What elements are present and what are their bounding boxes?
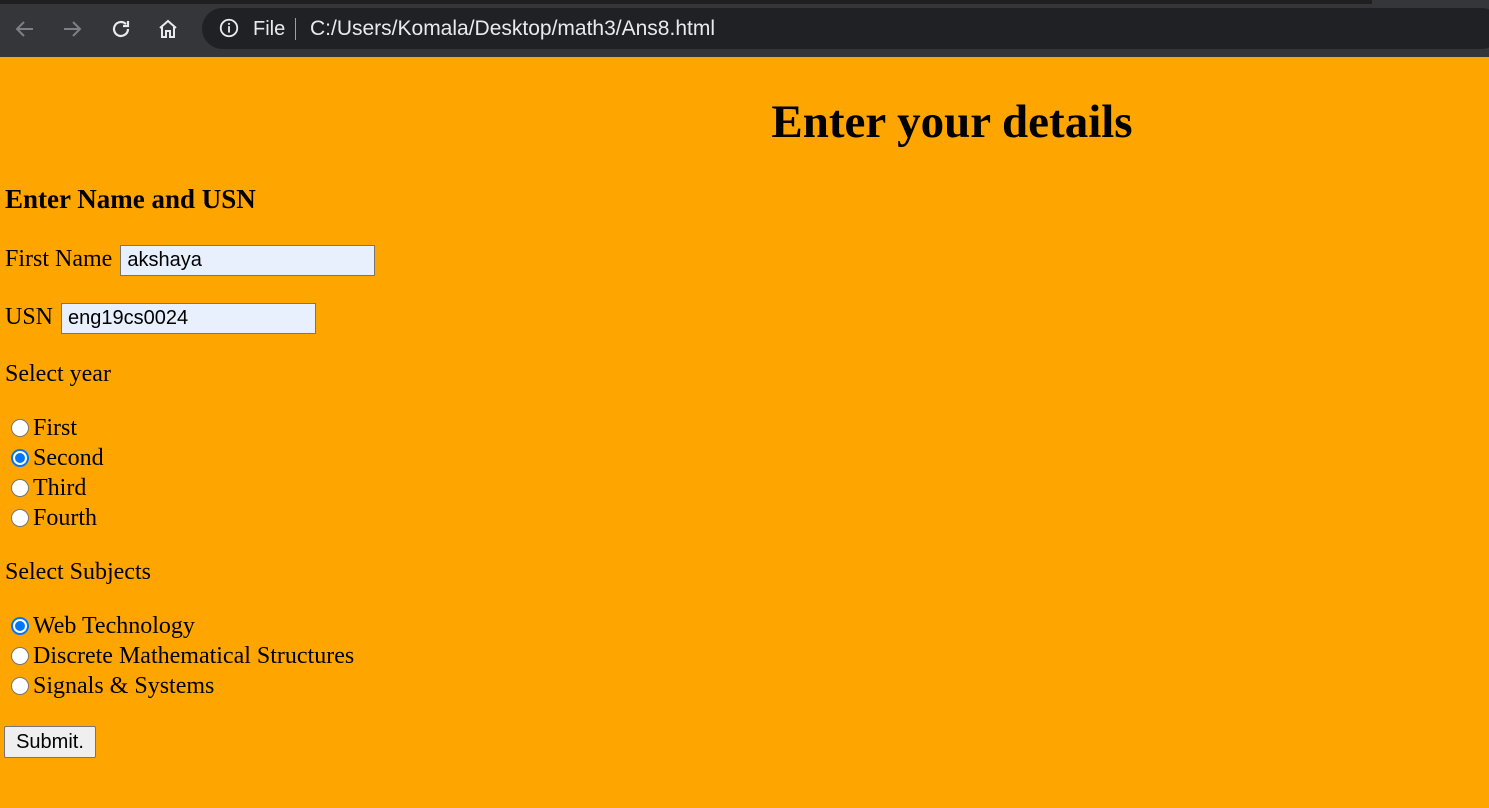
- home-icon: [159, 19, 177, 38]
- subject-option-label: Discrete Mathematical Structures: [33, 642, 355, 669]
- subject-option-label: Web Technology: [33, 612, 195, 639]
- usn-input[interactable]: [61, 303, 317, 334]
- section-heading: Enter Name and USN: [5, 184, 256, 214]
- year-option-label: Second: [33, 444, 104, 471]
- first-name-label: First Name: [5, 246, 113, 273]
- subject-option-signals-systems[interactable]: Signals & Systems: [11, 672, 214, 700]
- radio-button[interactable]: [11, 647, 29, 665]
- page-title: Enter your details: [771, 96, 1133, 148]
- home-button[interactable]: [152, 13, 184, 45]
- tab-strip-edge: [0, 0, 1372, 4]
- year-option-third[interactable]: Third: [11, 474, 86, 502]
- year-label: Select year: [5, 361, 111, 387]
- radio-button[interactable]: [11, 419, 29, 437]
- url-text[interactable]: C:/Users/Komala/Desktop/math3/Ans8.html: [310, 17, 715, 41]
- scheme-label: File: [253, 18, 286, 40]
- year-option-label: First: [33, 414, 78, 441]
- forward-icon: [64, 21, 82, 37]
- radio-button[interactable]: [11, 677, 29, 695]
- radio-button[interactable]: [11, 509, 29, 527]
- forward-button[interactable]: [56, 13, 88, 45]
- back-button[interactable]: [9, 13, 41, 45]
- radio-button-selected[interactable]: [11, 617, 29, 635]
- subject-option-discrete-math[interactable]: Discrete Mathematical Structures: [11, 642, 354, 670]
- reload-icon: [112, 20, 130, 38]
- reload-button[interactable]: [105, 13, 137, 45]
- radio-button-selected[interactable]: [11, 449, 29, 467]
- usn-label: USN: [5, 304, 54, 331]
- year-option-fourth[interactable]: Fourth: [11, 504, 97, 532]
- year-option-label: Fourth: [33, 504, 98, 531]
- submit-button[interactable]: Submit.: [4, 726, 96, 758]
- usn-row: USN: [5, 303, 317, 334]
- subject-option-web-technology[interactable]: Web Technology: [11, 612, 195, 640]
- year-option-second[interactable]: Second: [11, 444, 104, 472]
- first-name-input[interactable]: [120, 245, 376, 276]
- address-separator: [295, 18, 296, 40]
- info-icon[interactable]: [218, 17, 240, 39]
- subjects-label: Select Subjects: [5, 559, 151, 585]
- subject-option-label: Signals & Systems: [33, 672, 215, 699]
- year-option-first[interactable]: First: [11, 414, 77, 442]
- browser-toolbar: File C:/Users/Komala/Desktop/math3/Ans8.…: [0, 0, 1489, 57]
- address-bar[interactable]: File C:/Users/Komala/Desktop/math3/Ans8.…: [202, 8, 1489, 49]
- back-icon: [15, 21, 33, 37]
- radio-button[interactable]: [11, 479, 29, 497]
- year-option-label: Third: [33, 474, 87, 501]
- first-name-row: First Name: [5, 245, 376, 276]
